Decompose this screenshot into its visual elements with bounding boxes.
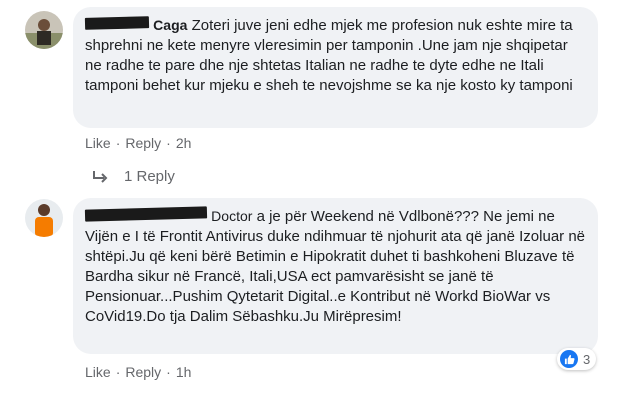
comment-author-visible[interactable]: Doctor — [211, 208, 252, 224]
separator-dot: · — [166, 135, 171, 151]
reply-link[interactable]: Reply — [125, 135, 161, 151]
comment-actions: Like · Reply · 1h — [85, 364, 191, 380]
reaction-count: 3 — [583, 351, 591, 367]
view-replies-link[interactable]: 1 Reply — [92, 168, 175, 185]
comment-timestamp[interactable]: 1h — [176, 364, 192, 380]
separator-dot: · — [115, 135, 121, 151]
replies-count-label[interactable]: 1 Reply — [124, 168, 175, 185]
reply-arrow-icon — [93, 170, 108, 183]
redacted-author-name — [84, 16, 150, 30]
comment-author[interactable]: Caga — [153, 17, 187, 33]
separator-dot: · — [166, 364, 171, 380]
avatar-icon — [25, 199, 63, 237]
comment-timestamp[interactable]: 2h — [176, 135, 192, 151]
like-reaction-icon — [560, 350, 578, 368]
like-link[interactable]: Like — [85, 364, 111, 380]
comment-bubble: Doctor a je për Weekend në Vdlbonë??? Ne… — [73, 198, 598, 354]
redacted-author-name — [84, 206, 208, 222]
separator-dot: · — [115, 364, 121, 380]
comment-bubble: Caga Zoteri juve jeni edhe mjek me profe… — [73, 7, 598, 128]
comment-actions: Like · Reply · 2h — [85, 135, 191, 151]
comment-text: a je për Weekend në Vdlbonë??? Ne jemi n… — [85, 208, 586, 325]
avatar-icon — [25, 11, 63, 49]
avatar[interactable] — [25, 199, 63, 237]
avatar[interactable] — [25, 11, 63, 49]
reactions-summary[interactable]: 3 — [557, 348, 597, 370]
reply-link[interactable]: Reply — [125, 364, 161, 380]
like-link[interactable]: Like — [85, 135, 111, 151]
